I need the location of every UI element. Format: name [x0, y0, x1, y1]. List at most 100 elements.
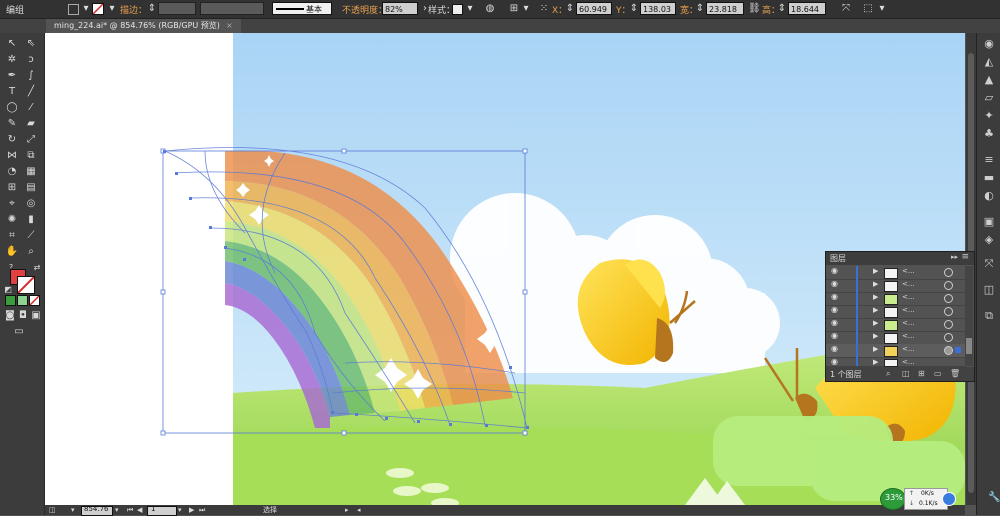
- stepper-icon[interactable]: ⇕: [694, 3, 706, 15]
- last-artboard-icon[interactable]: ⏭: [199, 505, 205, 515]
- stepper-icon[interactable]: ⇕: [628, 3, 640, 15]
- dropdown-arrow-icon[interactable]: ▾: [520, 3, 532, 15]
- transform-icon[interactable]: ⤧: [840, 3, 852, 15]
- visibility-eye-icon[interactable]: ◉: [831, 357, 838, 366]
- magic-wand-tool-icon[interactable]: ✲: [5, 53, 19, 67]
- collapse-panel-icon[interactable]: ▸▸: [951, 253, 958, 261]
- visibility-eye-icon[interactable]: ◉: [831, 305, 838, 314]
- lasso-tool-icon[interactable]: ↄ: [24, 53, 38, 67]
- align-icon[interactable]: ⊞: [508, 3, 520, 15]
- brush-definition-field[interactable]: 基本: [272, 2, 332, 15]
- expand-triangle-icon[interactable]: ▶: [873, 280, 878, 288]
- type-tool-icon[interactable]: T: [5, 85, 19, 99]
- pencil-tool-icon[interactable]: ✎: [5, 117, 19, 131]
- stepper-icon[interactable]: ⇕: [564, 3, 576, 15]
- graphic-style-swatch[interactable]: [452, 4, 463, 15]
- stepper-icon[interactable]: ⇕: [146, 3, 158, 15]
- visibility-eye-icon[interactable]: ◉: [831, 331, 838, 340]
- width-field[interactable]: 23.818 m: [706, 2, 744, 27]
- blend-tool-icon[interactable]: ◎: [24, 197, 38, 211]
- gradient-panel-icon[interactable]: ▬: [982, 171, 996, 185]
- scale-tool-icon[interactable]: ⤢: [24, 133, 38, 147]
- gradient-mode-icon[interactable]: [17, 295, 28, 306]
- curvature-tool-icon[interactable]: ∫: [24, 69, 38, 83]
- layer-row[interactable]: ◉ ▶ <...: [826, 331, 966, 345]
- zoom-dropdown-icon[interactable]: ▾: [71, 505, 75, 515]
- delete-layer-icon[interactable]: 🗑: [950, 369, 960, 378]
- symbols-icon[interactable]: ♣: [982, 127, 996, 141]
- reference-point-icon[interactable]: ⁙: [538, 3, 550, 15]
- image-trace-icon[interactable]: ▱: [982, 91, 996, 105]
- fill-swatch[interactable]: [68, 4, 79, 15]
- pen-tool-icon[interactable]: ✒: [5, 69, 19, 83]
- artboards-icon[interactable]: ⧉: [982, 309, 996, 323]
- layer-name[interactable]: <...: [902, 306, 915, 314]
- draw-behind-icon[interactable]: ◘: [16, 309, 30, 323]
- visibility-eye-icon[interactable]: ◉: [831, 266, 838, 275]
- zoom-tool-icon[interactable]: ⌕: [24, 245, 38, 259]
- zoom-menu-icon[interactable]: ◫: [49, 505, 56, 515]
- wrench-icon[interactable]: 🔧: [988, 492, 1000, 503]
- column-graph-tool-icon[interactable]: ▮: [24, 213, 38, 227]
- transform-panel-icon[interactable]: ⤧: [982, 257, 996, 271]
- recolor-icon[interactable]: ◍: [484, 3, 496, 15]
- layers-scrollbar[interactable]: [965, 266, 973, 366]
- expand-triangle-icon[interactable]: ▶: [873, 345, 878, 353]
- layer-name[interactable]: <...: [902, 267, 915, 275]
- slice-tool-icon[interactable]: ⟋: [24, 229, 38, 243]
- layer-name[interactable]: <...: [902, 293, 915, 301]
- layer-name[interactable]: <...: [902, 319, 915, 327]
- dropdown-arrow-icon[interactable]: ▾: [876, 3, 888, 15]
- create-layer-icon[interactable]: ▭: [934, 369, 942, 378]
- expand-triangle-icon[interactable]: ▶: [873, 306, 878, 314]
- dropdown-arrow-icon[interactable]: ▾: [464, 3, 476, 15]
- artboard-tool-icon[interactable]: ⌗: [5, 229, 19, 243]
- x-position-field[interactable]: 60.949 m: [576, 2, 612, 27]
- direct-selection-tool-icon[interactable]: ⇖: [24, 37, 38, 51]
- layers-panel-title[interactable]: 图层: [830, 253, 846, 264]
- eraser-tool-icon[interactable]: ▰: [24, 117, 38, 131]
- stroke-swatch[interactable]: [92, 3, 104, 15]
- pathfinder-icon[interactable]: ◈: [982, 233, 996, 247]
- opacity-label[interactable]: 不透明度：: [342, 3, 387, 16]
- mesh-tool-icon[interactable]: ⊞: [5, 181, 19, 195]
- screen-mode-icon[interactable]: ▭: [12, 325, 26, 339]
- layer-name[interactable]: <...: [902, 345, 915, 353]
- scrollbar-thumb[interactable]: [966, 338, 972, 354]
- ellipse-tool-icon[interactable]: ◯: [5, 101, 19, 115]
- layer-row[interactable]: ◉ ▶ <...: [826, 305, 966, 319]
- symbol-sprayer-tool-icon[interactable]: ✺: [5, 213, 19, 227]
- layer-name[interactable]: <...: [902, 332, 915, 340]
- layers-icon[interactable]: ◫: [982, 283, 996, 297]
- layer-row[interactable]: ◉ ▶ <...: [826, 318, 966, 332]
- draw-inside-icon[interactable]: ▣: [29, 309, 43, 323]
- document-tab[interactable]: ming_224.ai* @ 854.76% (RGB/GPU 预览) ×: [46, 19, 241, 33]
- close-icon[interactable]: ×: [226, 21, 233, 30]
- eyedropper-tool-icon[interactable]: ⌖: [5, 197, 19, 211]
- dropdown-arrow-icon[interactable]: ▾: [80, 3, 92, 15]
- target-circle-icon[interactable]: [944, 294, 953, 303]
- shape-builder-tool-icon[interactable]: ◔: [5, 165, 19, 179]
- stepper-icon[interactable]: ⇕: [776, 3, 788, 15]
- transparency-icon[interactable]: ◐: [982, 189, 996, 203]
- status-menu-icon[interactable]: ▸: [345, 505, 349, 515]
- width-tool-icon[interactable]: ⋈: [5, 149, 19, 163]
- free-transform-tool-icon[interactable]: ⧉: [24, 149, 38, 163]
- layer-row[interactable]: ◉ ▶ <...: [826, 266, 966, 280]
- gradient-tool-icon[interactable]: ▤: [24, 181, 38, 195]
- layers-panel-header[interactable]: 图层 ≡ ▸▸: [826, 252, 974, 265]
- stroke-color-swatch[interactable]: [17, 276, 35, 294]
- target-circle-icon[interactable]: [944, 281, 953, 290]
- swap-fill-stroke-icon[interactable]: ⇄: [30, 261, 44, 275]
- height-field[interactable]: 18.644 m: [788, 2, 826, 27]
- expand-triangle-icon[interactable]: ▶: [873, 267, 878, 275]
- status-menu-icon[interactable]: ◂: [357, 505, 361, 515]
- visibility-eye-icon[interactable]: ◉: [831, 279, 838, 288]
- none-mode-icon[interactable]: [29, 295, 40, 306]
- align-panel-icon[interactable]: ▣: [982, 215, 996, 229]
- layer-row[interactable]: ◉ ▶ <...: [826, 279, 966, 293]
- network-speed-widget[interactable]: 33% ↑ 0K/s ↓ 0.1K/s: [880, 488, 964, 510]
- panel-menu-icon[interactable]: ≡: [961, 252, 969, 262]
- stroke-weight-field[interactable]: [158, 2, 196, 15]
- target-circle-icon[interactable]: [944, 320, 953, 329]
